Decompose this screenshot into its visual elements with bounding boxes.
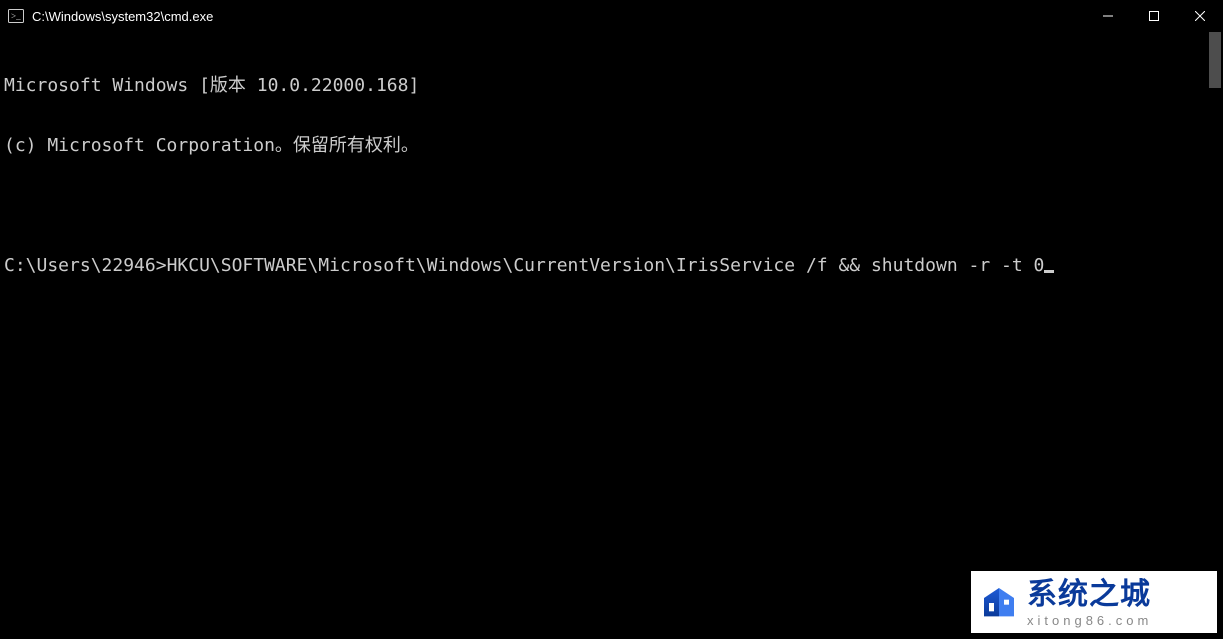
minimize-icon: [1103, 11, 1113, 21]
close-icon: [1195, 11, 1205, 21]
watermark-logo-icon: [979, 583, 1019, 623]
watermark: 系统之城 xitong86.com: [971, 571, 1217, 633]
terminal-prompt-line: C:\Users\22946>HKCU\SOFTWARE\Microsoft\W…: [4, 256, 1223, 276]
command-text: HKCU\SOFTWARE\Microsoft\Windows\CurrentV…: [167, 255, 1045, 276]
terminal-line: Microsoft Windows [版本 10.0.22000.168]: [4, 76, 1223, 96]
watermark-url: xitong86.com: [1027, 614, 1152, 627]
terminal-blank-line: [4, 196, 1223, 216]
titlebar[interactable]: >_ C:\Windows\system32\cmd.exe: [0, 0, 1223, 32]
terminal-viewport[interactable]: Microsoft Windows [版本 10.0.22000.168] (c…: [0, 32, 1223, 639]
terminal-line: (c) Microsoft Corporation。保留所有权利。: [4, 136, 1223, 156]
window-controls: [1085, 0, 1223, 32]
cmd-icon: >_: [8, 8, 24, 24]
cmd-window: >_ C:\Windows\system32\cmd.exe Microsoft…: [0, 0, 1223, 639]
watermark-brand: 系统之城: [1027, 580, 1152, 610]
close-button[interactable]: [1177, 0, 1223, 32]
minimize-button[interactable]: [1085, 0, 1131, 32]
window-title: C:\Windows\system32\cmd.exe: [32, 9, 213, 24]
maximize-icon: [1149, 11, 1159, 21]
prompt: C:\Users\22946>: [4, 255, 167, 276]
scrollbar-thumb[interactable]: [1209, 32, 1221, 88]
maximize-button[interactable]: [1131, 0, 1177, 32]
vertical-scrollbar[interactable]: [1207, 32, 1223, 639]
text-cursor: [1044, 270, 1054, 273]
watermark-text: 系统之城 xitong86.com: [1027, 580, 1152, 627]
svg-text:>_: >_: [11, 11, 21, 21]
